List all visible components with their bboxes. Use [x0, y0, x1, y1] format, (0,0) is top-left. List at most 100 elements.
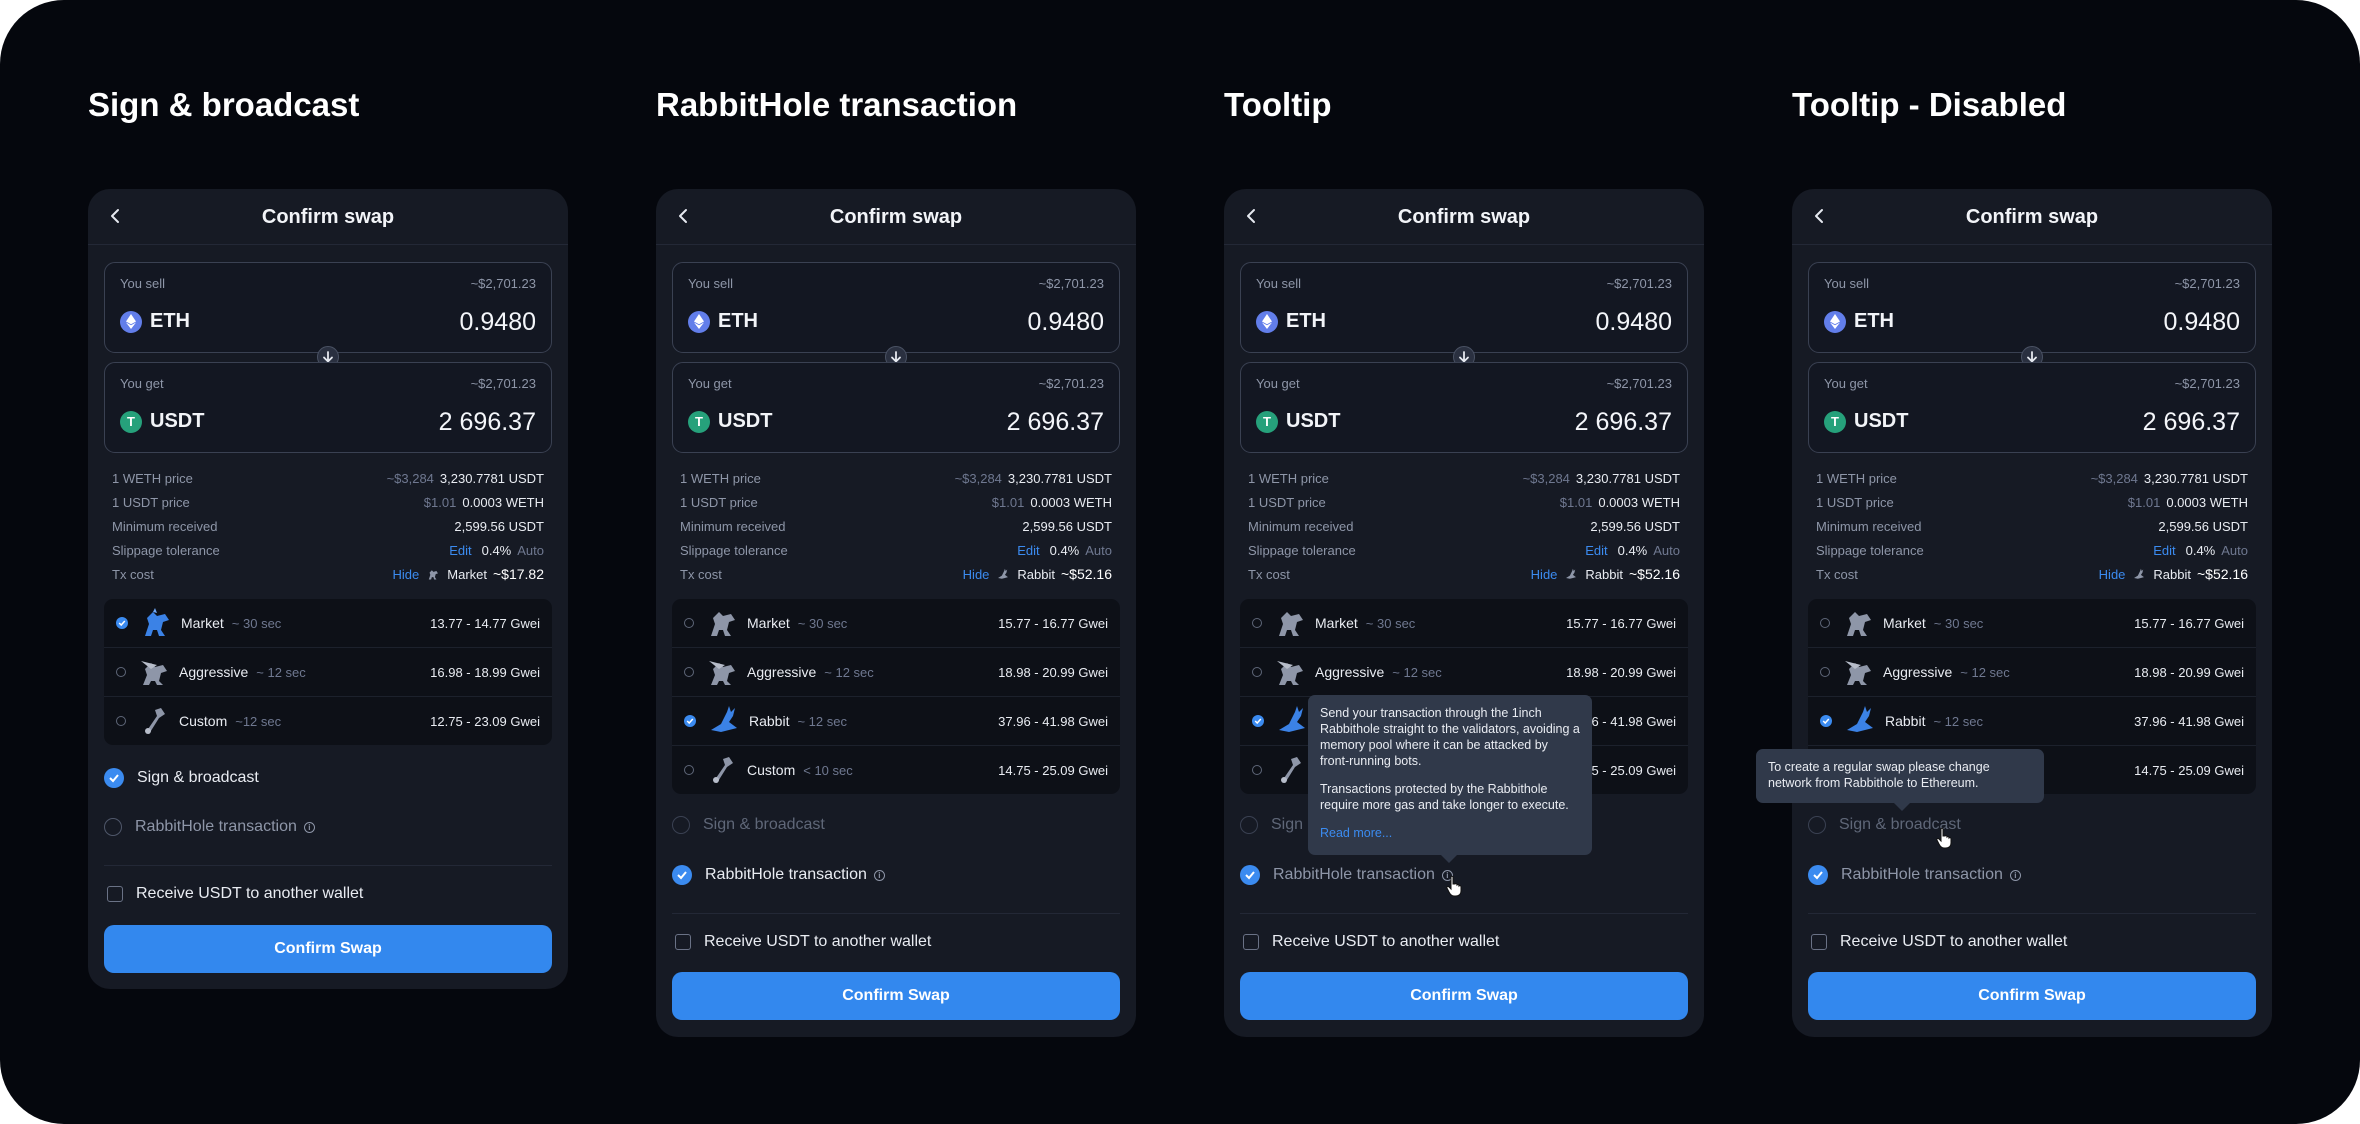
gas-option-market[interactable]: Market ~ 30 sec 15.77 - 16.77 Gwei — [1808, 599, 2256, 648]
tx-cost-hide-link[interactable]: Hide — [963, 567, 990, 582]
gas-option-custom[interactable]: Custom < 10 sec 14.75 - 25.09 Gwei — [672, 746, 1120, 794]
usdt-price-label: 1 USDT price — [680, 494, 758, 510]
checkbox[interactable] — [107, 886, 123, 902]
slippage-edit-link[interactable]: Edit — [1017, 543, 1039, 558]
gas-radio[interactable] — [1252, 765, 1262, 775]
gas-option-market[interactable]: Market ~ 30 sec 13.77 - 14.77 Gwei — [104, 599, 552, 648]
gas-radio[interactable] — [1820, 715, 1832, 727]
slippage-edit-link[interactable]: Edit — [449, 543, 471, 558]
tx-cost-hide-link[interactable]: Hide — [2099, 567, 2126, 582]
weth-price-usd: ~$3,284 — [954, 470, 1002, 486]
gas-option-aggressive[interactable]: Aggressive ~ 12 sec 18.98 - 20.99 Gwei — [1808, 648, 2256, 697]
read-more-link[interactable]: Read more... — [1320, 825, 1580, 841]
gas-option-rabbit[interactable]: Rabbit ~ 12 sec 37.96 - 41.98 Gwei — [1808, 697, 2256, 746]
gas-price: 15.77 - 16.77 Gwei — [998, 615, 1108, 631]
gas-option-custom[interactable]: Custom ~12 sec 12.75 - 23.09 Gwei — [104, 697, 552, 745]
gas-radio[interactable] — [684, 667, 694, 677]
gas-option-market[interactable]: Market ~ 30 sec 15.77 - 16.77 Gwei — [1240, 599, 1688, 648]
gas-radio[interactable] — [116, 667, 126, 677]
gas-radio[interactable] — [684, 765, 694, 775]
horse-icon — [429, 569, 439, 579]
card-header: Confirm swap — [656, 189, 1136, 245]
gas-name: Custom — [179, 713, 228, 729]
gas-radio[interactable] — [1252, 715, 1264, 727]
get-token[interactable]: T USDT — [120, 410, 204, 433]
check-icon[interactable] — [1240, 865, 1260, 885]
checkbox[interactable] — [1811, 934, 1827, 950]
gas-option-aggressive[interactable]: Aggressive ~ 12 sec 18.98 - 20.99 Gwei — [672, 648, 1120, 697]
chevron-left-icon[interactable] — [673, 205, 695, 227]
option-rabbithole[interactable]: RabbitHole transaction i — [1240, 865, 1453, 885]
radio-disabled[interactable] — [672, 816, 690, 834]
pegasus-icon — [1277, 661, 1303, 685]
gas-radio[interactable] — [684, 618, 694, 628]
checkbox[interactable] — [675, 934, 691, 950]
sell-token[interactable]: ETH — [1256, 310, 1326, 333]
min-received-label: Minimum received — [1816, 518, 1922, 534]
gas-radio[interactable] — [1820, 667, 1830, 677]
gas-radio[interactable] — [116, 617, 128, 629]
rabbit-icon — [1847, 706, 1873, 732]
check-icon[interactable] — [1808, 865, 1828, 885]
eth-icon — [688, 310, 710, 333]
confirm-swap-button[interactable]: Confirm Swap — [104, 925, 552, 973]
swap-details: 1 WETH price ~$3,284 3,230.7781 USDT 1 USD… — [1248, 466, 1680, 586]
gas-radio[interactable] — [1252, 667, 1262, 677]
get-token[interactable]: T USDT — [1256, 410, 1340, 433]
confirm-swap-button[interactable]: Confirm Swap — [1240, 972, 1688, 1020]
get-box: You get ~$2,701.23 T USDT 2 696.37 — [104, 362, 552, 453]
chevron-left-icon[interactable] — [105, 205, 127, 227]
gas-option-rabbit[interactable]: Rabbit ~ 12 sec 37.96 - 41.98 Gwei — [672, 697, 1120, 746]
check-icon[interactable] — [104, 768, 124, 788]
gas-option-market[interactable]: Market ~ 30 sec 15.77 - 16.77 Gwei — [672, 599, 1120, 648]
gas-radio[interactable] — [1820, 618, 1830, 628]
gas-option-aggressive[interactable]: Aggressive ~ 12 sec 18.98 - 20.99 Gwei — [1240, 648, 1688, 697]
weth-price-usd: ~$3,284 — [386, 470, 434, 486]
sell-token[interactable]: ETH — [1824, 310, 1894, 333]
receive-label: Receive USDT to another wallet — [1272, 933, 1500, 950]
receive-other-wallet[interactable]: Receive USDT to another wallet — [1811, 933, 2067, 951]
gas-radio[interactable] — [684, 715, 696, 727]
chevron-left-icon[interactable] — [1809, 205, 1831, 227]
chevron-left-icon[interactable] — [1241, 205, 1263, 227]
sell-token[interactable]: ETH — [688, 310, 758, 333]
tx-cost-hide-link[interactable]: Hide — [393, 567, 420, 582]
info-icon[interactable]: i — [873, 869, 885, 881]
option-sign-broadcast[interactable]: Sign — [1240, 816, 1303, 834]
gas-name: Rabbit — [749, 713, 790, 729]
receive-other-wallet[interactable]: Receive USDT to another wallet — [107, 885, 363, 903]
sell-usd: ~$2,701.23 — [1606, 276, 1672, 291]
option-rabbithole[interactable]: RabbitHole transaction i — [1808, 865, 2021, 885]
checkbox[interactable] — [1243, 934, 1259, 950]
gas-option-aggressive[interactable]: Aggressive ~ 12 sec 16.98 - 18.99 Gwei — [104, 648, 552, 697]
receive-other-wallet[interactable]: Receive USDT to another wallet — [1243, 933, 1499, 951]
slippage-edit-link[interactable]: Edit — [2153, 543, 2175, 558]
get-token[interactable]: T USDT — [1824, 410, 1908, 433]
confirm-swap-button[interactable]: Confirm Swap — [1808, 972, 2256, 1020]
gas-radio[interactable] — [1252, 618, 1262, 628]
usdt-price-label: 1 USDT price — [112, 494, 190, 510]
sell-token[interactable]: ETH — [120, 310, 190, 333]
horse-icon — [1279, 612, 1303, 636]
check-icon[interactable] — [672, 865, 692, 885]
min-received-row: Minimum received 2,599.56 USDT — [1816, 514, 2248, 538]
slippage-edit-link[interactable]: Edit — [1585, 543, 1607, 558]
gas-name: Aggressive — [747, 664, 817, 680]
gas-radio[interactable] — [116, 716, 126, 726]
receive-other-wallet[interactable]: Receive USDT to another wallet — [675, 933, 931, 951]
slippage-label: Slippage tolerance — [680, 542, 788, 558]
option-rabbithole[interactable]: RabbitHole transaction i — [672, 865, 885, 885]
card-title: Confirm swap — [1965, 206, 2099, 228]
option-rabbithole[interactable]: RabbitHole transaction i — [104, 818, 315, 836]
radio-disabled[interactable] — [1240, 816, 1258, 834]
tx-cost-hide-link[interactable]: Hide — [1531, 567, 1558, 582]
option-sign-broadcast[interactable]: Sign & broadcast — [672, 816, 825, 834]
radio-unselected[interactable] — [104, 818, 122, 836]
get-token[interactable]: T USDT — [688, 410, 772, 433]
radio-disabled[interactable] — [1808, 816, 1826, 834]
sell-amount: 0.9480 — [459, 308, 536, 336]
info-icon[interactable]: i — [303, 821, 315, 833]
confirm-swap-button[interactable]: Confirm Swap — [672, 972, 1120, 1020]
info-icon[interactable]: i — [2009, 869, 2021, 881]
option-sign-broadcast[interactable]: Sign & broadcast — [104, 768, 259, 788]
